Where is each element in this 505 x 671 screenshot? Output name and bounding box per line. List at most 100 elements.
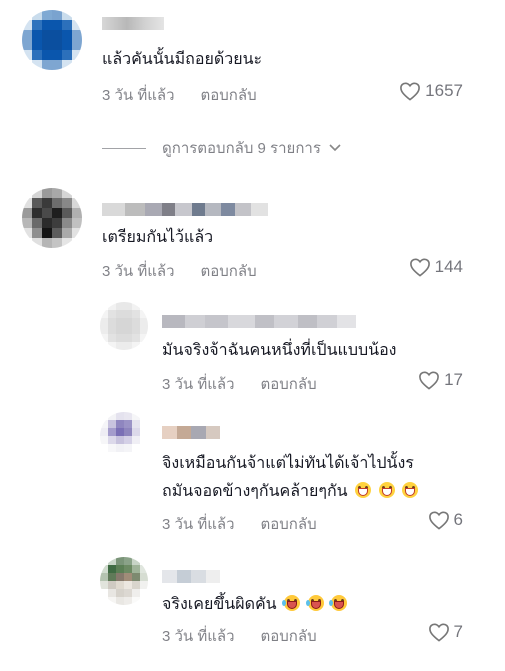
reply-button[interactable]: ตอบกลับ <box>261 372 317 396</box>
avatar-pixel <box>62 30 72 40</box>
comment-time: 3 วัน ที่แล้ว <box>102 263 175 280</box>
reply-button[interactable]: ตอบกลับ <box>201 259 257 283</box>
avatar-pixel <box>140 326 148 334</box>
username-pixelated[interactable] <box>162 426 220 439</box>
avatar-pixel <box>132 565 140 573</box>
avatar-pixel <box>42 238 52 248</box>
username-pixelated[interactable] <box>102 17 164 30</box>
like-button[interactable]: 6 <box>428 510 463 530</box>
username-pixelated[interactable] <box>162 570 220 583</box>
avatar-pixel <box>42 228 52 238</box>
avatar-pixel <box>108 302 116 310</box>
avatar-pixel <box>72 50 82 60</box>
like-count: 1657 <box>425 81 463 100</box>
avatar-pixel <box>132 334 140 342</box>
avatar-pixel <box>42 50 52 60</box>
reply-button[interactable]: ตอบกลับ <box>261 512 317 536</box>
avatar-pixel <box>140 565 148 573</box>
avatar-pixel <box>22 208 32 218</box>
reply-button[interactable]: ตอบกลับ <box>201 83 257 107</box>
avatar-pixel <box>52 198 62 208</box>
avatar-pixel <box>116 310 124 318</box>
view-replies-button[interactable]: ดูการตอบกลับ 9 รายการ <box>102 136 341 160</box>
avatar[interactable] <box>22 188 82 248</box>
avatar-pixel <box>108 428 116 436</box>
avatar-pixel <box>116 436 124 444</box>
avatar-pixel <box>116 428 124 436</box>
avatar-pixel <box>140 436 148 444</box>
avatar-pixel <box>100 318 108 326</box>
avatar-pixel <box>22 50 32 60</box>
avatar-pixel <box>124 420 132 428</box>
avatar-pixel <box>100 452 108 460</box>
grinning-face-emoji <box>401 482 418 498</box>
avatar-pixel <box>32 30 42 40</box>
avatar-pixel <box>52 228 62 238</box>
avatar-pixel <box>62 238 72 248</box>
avatar-pixel <box>108 452 116 460</box>
avatar-pixel <box>72 188 82 198</box>
grinning-face-emoji <box>378 482 395 498</box>
avatar-pixel <box>124 573 132 581</box>
reply-button[interactable]: ตอบกลับ <box>261 624 317 648</box>
avatar[interactable] <box>22 10 82 70</box>
avatar-pixel <box>100 334 108 342</box>
avatar-pixel <box>116 557 124 565</box>
avatar-pixel <box>62 188 72 198</box>
avatar-pixel <box>42 208 52 218</box>
avatar-pixel <box>132 326 140 334</box>
avatar-pixel <box>52 238 62 248</box>
comment-meta: 3 วัน ที่แล้ว ตอบกลับ <box>162 512 317 536</box>
avatar-pixel <box>22 20 32 30</box>
comment-text-part: ถมันจอดข้างๆกันคล้ายๆกัน <box>162 483 348 500</box>
comment-text-line: จริงเคยขึ้นผิดคัน <box>162 595 347 615</box>
avatar-pixel <box>116 444 124 452</box>
avatar-pixel <box>22 188 32 198</box>
avatar-pixel <box>62 50 72 60</box>
avatar-pixel <box>124 436 132 444</box>
username-pixelated[interactable] <box>102 203 268 216</box>
comment-meta: 3 วัน ที่แล้ว ตอบกลับ <box>102 259 257 283</box>
like-button[interactable]: 7 <box>428 622 463 642</box>
avatar-pixel <box>132 597 140 605</box>
avatar[interactable] <box>100 302 148 350</box>
avatar-pixel <box>132 436 140 444</box>
avatar-pixel <box>108 318 116 326</box>
avatar-pixel <box>140 318 148 326</box>
avatar-pixel <box>62 10 72 20</box>
avatar-pixel <box>132 420 140 428</box>
avatar-pixel <box>52 40 62 50</box>
avatar-pixel <box>108 436 116 444</box>
avatar-pixel <box>72 218 82 228</box>
avatar-pixel <box>42 188 52 198</box>
avatar-pixel <box>124 412 132 420</box>
comment-text: แล้วคันนั้นมีถอยด้วยนะ <box>102 51 263 68</box>
avatar-pixel <box>32 188 42 198</box>
username-pixelated[interactable] <box>162 315 356 328</box>
avatar-pixel <box>116 589 124 597</box>
comment-time: 3 วัน ที่แล้ว <box>162 376 235 393</box>
avatar-pixel <box>52 188 62 198</box>
avatar-pixel <box>100 310 108 318</box>
avatar-pixel <box>116 565 124 573</box>
avatar-pixel <box>100 573 108 581</box>
avatar-pixel <box>140 597 148 605</box>
avatar[interactable] <box>100 557 148 605</box>
avatar-pixel <box>32 238 42 248</box>
avatar-pixel <box>100 326 108 334</box>
like-button[interactable]: 1657 <box>399 81 463 101</box>
like-button[interactable]: 17 <box>418 370 463 390</box>
avatar-pixel <box>140 302 148 310</box>
avatar-pixel <box>140 573 148 581</box>
avatar[interactable] <box>100 412 148 460</box>
avatar-pixel <box>116 452 124 460</box>
like-count: 6 <box>453 510 463 529</box>
comment-text-line2: ถมันจอดข้างๆกันคล้ายๆกัน <box>162 482 418 502</box>
avatar-pixel <box>32 218 42 228</box>
like-button[interactable]: 144 <box>409 257 463 277</box>
avatar-pixel <box>32 10 42 20</box>
laughing-crying-face-emoji <box>328 595 347 611</box>
avatar-pixel <box>124 302 132 310</box>
chevron-down-icon <box>329 144 341 152</box>
avatar-pixel <box>32 60 42 70</box>
